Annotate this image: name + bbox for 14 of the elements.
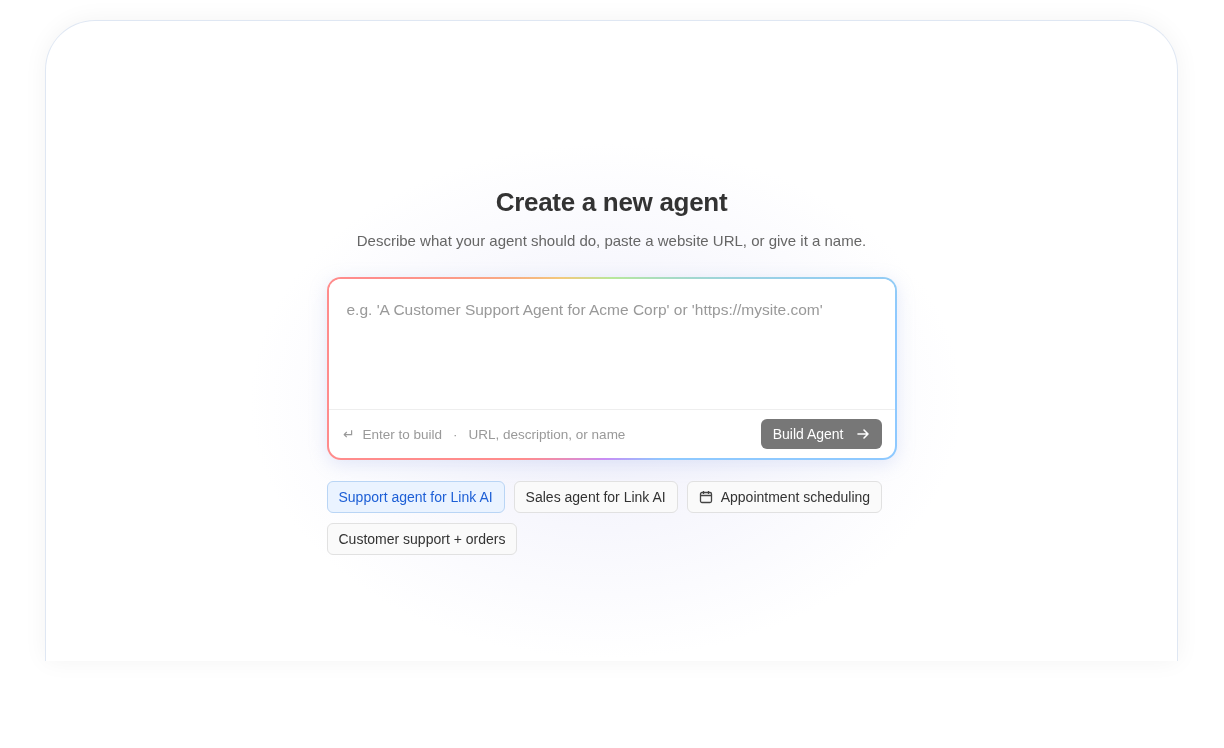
arrow-right-icon xyxy=(855,427,870,441)
suggestion-chip[interactable]: Appointment scheduling xyxy=(686,481,883,513)
calendar-icon xyxy=(698,490,713,504)
suggestion-chip[interactable]: Customer support + orders xyxy=(326,523,518,555)
build-agent-button[interactable]: Build Agent xyxy=(760,419,882,449)
suggestion-chip[interactable]: Support agent for Link AI xyxy=(326,481,505,513)
separator-dot: · xyxy=(453,426,458,442)
prompt-field[interactable]: e.g. 'A Customer Support Agent for Acme Corp' or 'https://mysite.com' ↵ Enter to build · URL, description, or name Build Agent xyxy=(326,277,897,460)
page-title: Create a new agent xyxy=(495,187,728,218)
hint-text: Enter to build xyxy=(362,426,443,442)
enter-glyph: ↵ xyxy=(342,426,355,442)
suggestion-chip[interactable]: Sales agent for Link AI xyxy=(513,481,678,513)
hint-text: URL, description, or name xyxy=(468,426,626,442)
page-subtitle: Describe what your agent should do, paste a website URL, or give it a name. xyxy=(356,232,867,249)
